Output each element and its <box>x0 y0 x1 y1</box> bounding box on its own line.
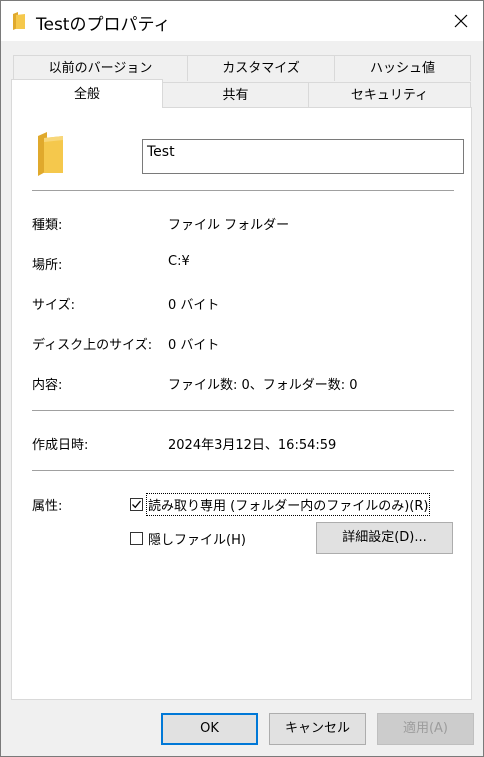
tab-hash[interactable]: ハッシュ値 <box>334 55 471 81</box>
separator <box>32 470 454 471</box>
tab-general[interactable]: 全般 <box>11 79 163 108</box>
readonly-label[interactable]: 読み取り専用 (フォルダー内のファイルのみ)(R) <box>145 493 431 516</box>
created-label: 作成日時: <box>32 438 89 453</box>
hidden-label[interactable]: 隠しファイル(H) <box>148 529 246 548</box>
type-label: 種類: <box>32 218 63 233</box>
tab-label: セキュリティ <box>350 88 429 103</box>
size-label: サイズ: <box>32 298 75 313</box>
tab-label: 以前のバージョン <box>48 61 153 76</box>
tab-label: 共有 <box>222 88 249 103</box>
general-panel: Test 種類: ファイル フォルダー 場所: C:¥ サイズ: 0 バイト デ… <box>11 107 472 700</box>
disk-size-value: 0 バイト <box>168 338 220 353</box>
size-value: 0 バイト <box>168 298 220 313</box>
readonly-checkbox[interactable] <box>130 498 143 511</box>
contents-label: 内容: <box>32 378 63 393</box>
separator <box>32 410 454 411</box>
window-title: Testのプロパティ <box>36 15 171 35</box>
location-value: C:¥ <box>168 254 190 269</box>
tab-previous-versions[interactable]: 以前のバージョン <box>13 55 188 81</box>
separator <box>32 190 454 191</box>
close-icon <box>454 14 468 28</box>
properties-dialog: Testのプロパティ 以前のバージョン カスタマイズ ハッシュ値 全般 共有 セ… <box>0 0 484 757</box>
tab-sharing[interactable]: 共有 <box>162 82 309 108</box>
created-value: 2024年3月12日、16:54:59 <box>168 438 337 453</box>
ok-button[interactable]: OK <box>161 713 258 745</box>
hidden-checkbox[interactable] <box>130 532 143 545</box>
title-bar: Testのプロパティ <box>1 1 483 41</box>
folder-icon <box>36 132 64 180</box>
advanced-button[interactable]: 詳細設定(D)... <box>316 522 453 554</box>
cancel-button[interactable]: キャンセル <box>269 713 366 745</box>
folder-icon <box>12 12 26 34</box>
contents-value: ファイル数: 0、フォルダー数: 0 <box>168 378 358 393</box>
apply-button[interactable]: 適用(A) <box>377 713 474 745</box>
folder-name-input[interactable]: Test <box>142 139 464 174</box>
tab-security[interactable]: セキュリティ <box>308 82 471 108</box>
attributes-label: 属性: <box>32 499 63 514</box>
tab-label: 全般 <box>73 87 100 102</box>
disk-size-label: ディスク上のサイズ: <box>32 338 153 353</box>
tab-label: ハッシュ値 <box>369 61 435 76</box>
location-label: 場所: <box>32 258 63 273</box>
close-button[interactable] <box>449 9 473 33</box>
tab-customize[interactable]: カスタマイズ <box>187 55 335 81</box>
type-value: ファイル フォルダー <box>168 218 290 233</box>
tab-label: カスタマイズ <box>222 61 300 76</box>
checkmark-icon <box>132 500 142 509</box>
